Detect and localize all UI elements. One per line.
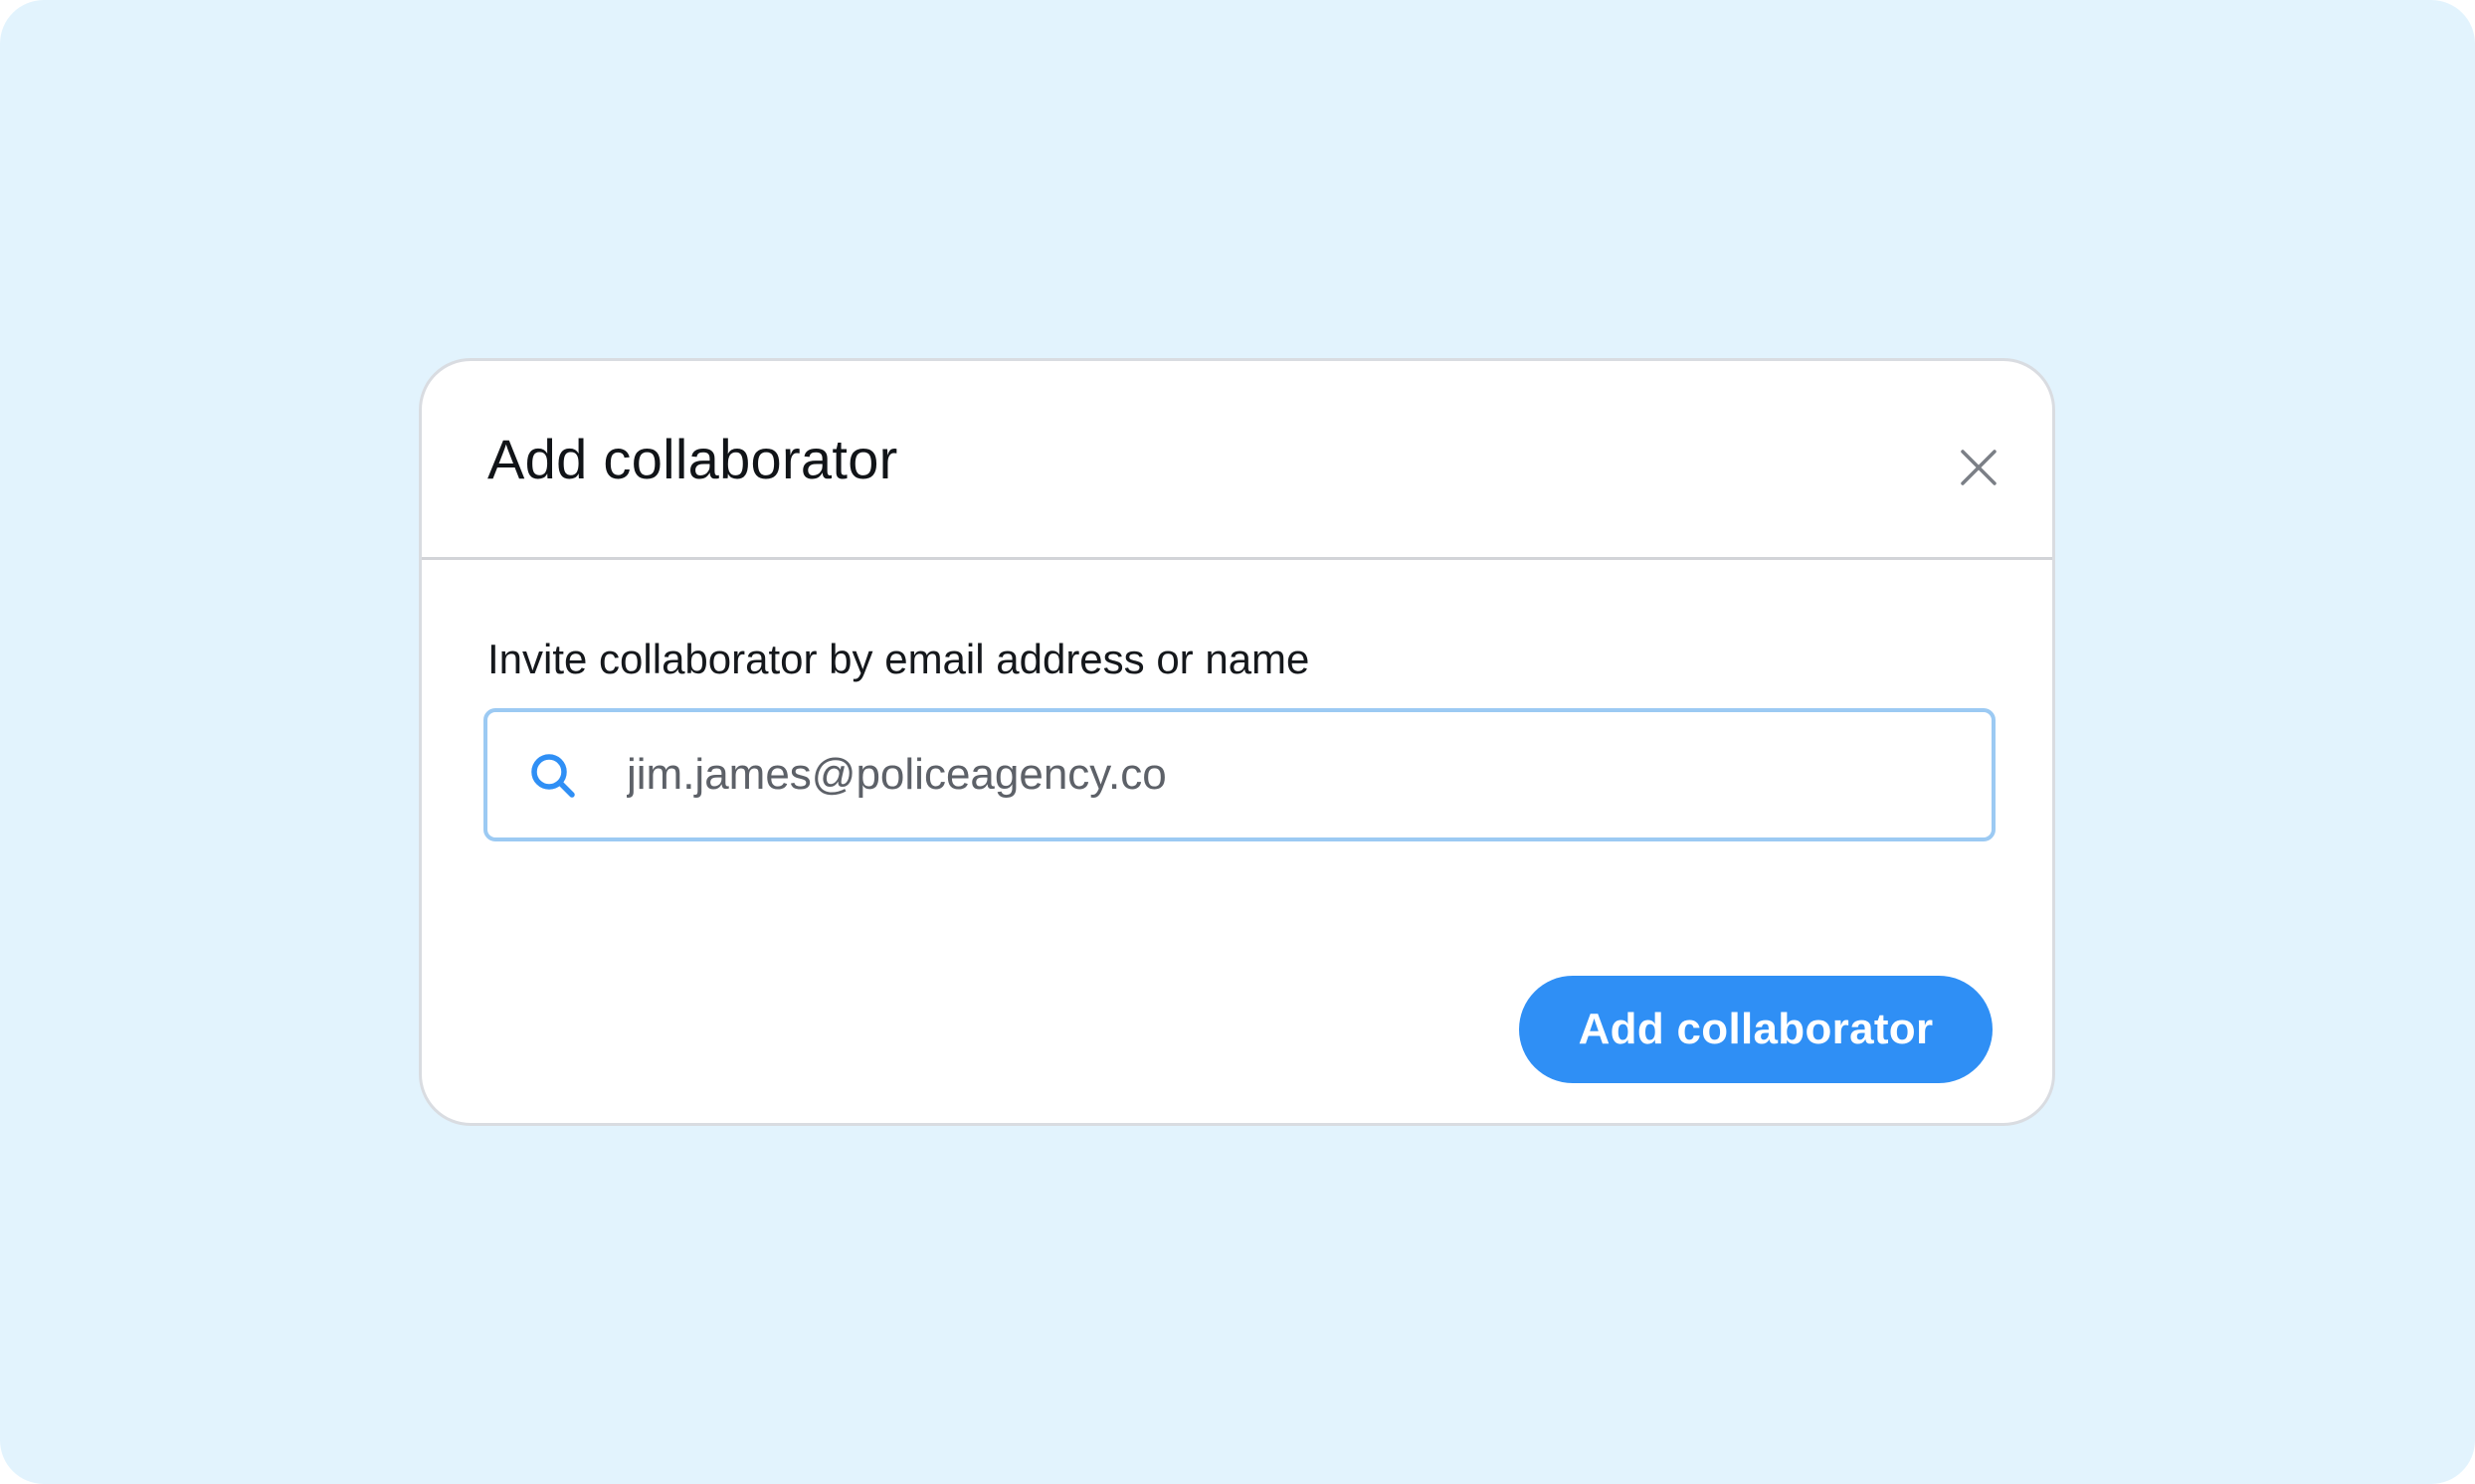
collaborator-search-field[interactable] bbox=[483, 708, 1996, 841]
invite-field-label: Invite collaborator by email address or … bbox=[487, 636, 1310, 682]
add-collaborator-button[interactable]: Add collaborator bbox=[1519, 976, 1993, 1083]
search-icon bbox=[531, 754, 575, 798]
close-button[interactable] bbox=[1954, 443, 2003, 492]
collaborator-search-input[interactable] bbox=[627, 712, 1960, 837]
add-collaborator-dialog: Add collaborator Invite collaborator by … bbox=[419, 358, 2055, 1126]
close-icon bbox=[1961, 450, 1997, 485]
dialog-header: Add collaborator bbox=[422, 361, 2052, 560]
page-backdrop: Add collaborator Invite collaborator by … bbox=[0, 0, 2475, 1484]
dialog-title: Add collaborator bbox=[487, 428, 898, 490]
